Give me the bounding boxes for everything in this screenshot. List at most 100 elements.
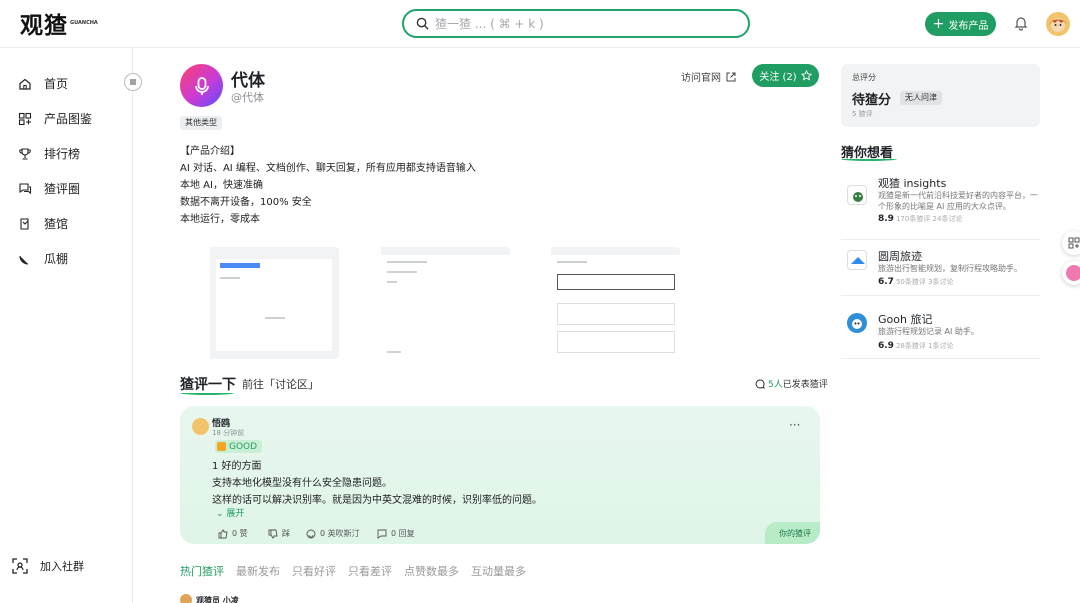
apps-icon xyxy=(1068,237,1080,249)
review-time: 18 分钟前 xyxy=(212,429,245,437)
recommend-score-value: 6.7 xyxy=(878,277,894,287)
user-avatar[interactable] xyxy=(1046,12,1070,36)
site-logo[interactable]: 观猹 GUANCHA xyxy=(20,9,98,39)
gooh-logo xyxy=(847,313,867,333)
review-count-number: 5人 xyxy=(768,380,783,390)
sidebar-item-review-circle[interactable]: 猹评圈 xyxy=(18,180,80,197)
review-filter-tabs: 热门猹评 最新发布 只看好评 只看差评 点赞数最多 互动量最多 xyxy=(180,563,526,579)
reply-button[interactable]: 0 回复 xyxy=(377,528,415,539)
logo-subtext: GUANCHA xyxy=(70,20,98,26)
sidebar-item-catalog[interactable]: 产品图鉴 xyxy=(18,110,92,127)
recommend-stats: 170条猹评 24条讨论 xyxy=(895,215,963,223)
home-icon xyxy=(18,77,32,91)
product-category-tag[interactable]: 其他类型 xyxy=(180,116,222,130)
total-score-card: 总评分 待猹分 无人问津 5 猹评 xyxy=(841,64,1040,127)
microphone-icon xyxy=(194,76,209,95)
product-screenshot-2[interactable] xyxy=(351,247,510,359)
publish-label: 发布产品 xyxy=(948,20,989,32)
tab-hot-reviews[interactable]: 热门猹评 xyxy=(180,563,224,579)
goto-discussion-link[interactable]: 前往「讨论区」 xyxy=(242,376,319,392)
recommend-score: 8.9 170条猹评 24条讨论 xyxy=(878,214,962,224)
product-intro: 【产品介绍】 AI 对话、AI 编程、文档创作、聊天回复，所有应用都支持语音输入… xyxy=(180,143,620,228)
guancha-insights-logo xyxy=(847,185,867,205)
reply-icon xyxy=(377,529,387,539)
collapse-sidebar-button[interactable] xyxy=(124,73,142,91)
dislike-button[interactable]: 踩 xyxy=(268,528,290,539)
publish-product-button[interactable]: + 发布产品 xyxy=(925,12,996,36)
review-count: 5人 已发表猹评 xyxy=(755,377,828,390)
like-count: 0 赞 xyxy=(232,529,248,538)
tab-bad-only[interactable]: 只看差评 xyxy=(348,563,392,579)
interesting-count: 0 英吹斯汀 xyxy=(320,529,360,538)
rating-badge: GOOD xyxy=(215,440,263,453)
search-box[interactable] xyxy=(402,9,750,38)
external-link-icon xyxy=(726,72,736,81)
sidebar-item-ranking[interactable]: 排行榜 xyxy=(18,145,80,162)
grid-icon xyxy=(18,112,32,126)
like-button[interactable]: 0 赞 xyxy=(218,528,248,539)
melon-icon xyxy=(18,252,32,266)
recommend-item[interactable]: Gooh 旅记 旅游行程规划记录 AI 助手。 6.9 28条猹评 1条讨论 xyxy=(841,311,1040,359)
expand-button[interactable]: ⌄ 展开 xyxy=(216,506,244,519)
recommend-score: 6.9 28条猹评 1条讨论 xyxy=(878,341,954,351)
sidebar-item-home[interactable]: 首页 xyxy=(18,75,68,92)
score-label: 总评分 xyxy=(852,73,876,82)
yuanzhou-logo xyxy=(847,250,867,270)
intro-line: AI 对话、AI 编程、文档创作、聊天回复，所有应用都支持语音输入 xyxy=(180,163,476,174)
join-community-button[interactable]: 加入社群 xyxy=(12,558,84,574)
recommend-name: Gooh 旅记 xyxy=(878,313,933,326)
sidebar-item-label: 排行榜 xyxy=(44,147,81,161)
recommend-name: 观猹 insights xyxy=(878,177,947,190)
sidebar-item-label: 猹馆 xyxy=(44,217,69,231)
visit-website-label: 访问官网 xyxy=(681,73,721,84)
more-options-icon[interactable]: ··· xyxy=(789,418,800,432)
tab-latest[interactable]: 最新发布 xyxy=(236,563,280,579)
score-review-count: 5 猹评 xyxy=(852,110,873,118)
follow-label: 关注 (2) xyxy=(759,72,797,83)
bell-icon[interactable] xyxy=(1013,15,1029,31)
book-icon xyxy=(18,217,32,231)
product-screenshot-3[interactable] xyxy=(521,247,680,359)
expand-label: 展开 xyxy=(226,509,245,519)
recommend-item[interactable]: 观猹 insights 观猹是新一代前沿科技爱好者的内容平台，一个形象的比喻是 … xyxy=(841,175,1040,240)
review-text-line: 1 好的方面 xyxy=(212,461,262,472)
visit-website-link[interactable]: 访问官网 xyxy=(681,69,736,84)
intro-line: 数据不离开设备，100% 安全 xyxy=(180,197,312,208)
chat-icon xyxy=(18,182,32,196)
next-review-author[interactable]: 观猹员 小凌 xyxy=(180,594,239,603)
recommend-score-value: 6.9 xyxy=(878,341,894,351)
thumbs-up-emoji-icon xyxy=(217,442,226,451)
intro-line: 本地运行，零成本 xyxy=(180,214,260,225)
interesting-button[interactable]: 0 英吹斯汀 xyxy=(306,528,360,539)
recommend-stats: 28条猹评 1条讨论 xyxy=(895,342,954,350)
tab-most-interactions[interactable]: 互动量最多 xyxy=(471,563,526,579)
recommend-item[interactable]: 圆周旅迹 旅游出行智能规划，复制行程攻略助手。 6.7 50条猹评 3条讨论 xyxy=(841,248,1040,296)
reply-count: 0 回复 xyxy=(391,529,415,538)
recommend-desc: 观猹是新一代前沿科技爱好者的内容平台，一个形象的比喻是 AI 应用的大众点评。 xyxy=(878,191,1038,211)
intro-line: 本地 AI，快速准确 xyxy=(180,180,263,191)
menu-icon xyxy=(130,79,136,85)
thumbs-up-icon xyxy=(218,529,228,538)
tab-most-likes[interactable]: 点赞数最多 xyxy=(404,563,459,579)
tab-good-only[interactable]: 只看好评 xyxy=(292,563,336,579)
sidebar-item-library[interactable]: 猹馆 xyxy=(18,215,68,232)
review-section-title: 猹评一下 xyxy=(180,374,236,395)
dislike-label: 踩 xyxy=(282,529,290,538)
your-review-badge: 你的猹评 xyxy=(765,522,820,544)
logo-text: 观猹 xyxy=(20,13,68,39)
join-community-label: 加入社群 xyxy=(40,560,84,573)
follow-button[interactable]: 关注 (2) xyxy=(752,64,819,87)
product-name: 代体 xyxy=(231,71,265,91)
product-screenshot-1[interactable] xyxy=(180,247,339,359)
search-input[interactable] xyxy=(435,16,715,31)
smile-icon xyxy=(306,529,316,538)
reviewer-avatar[interactable] xyxy=(192,418,209,435)
sidebar xyxy=(0,48,133,603)
thumbs-down-icon xyxy=(268,529,278,538)
review-text-line: 这样的话可以解决识别率。就是因为中英文混难的时候，识别率低的问题。 xyxy=(212,495,542,506)
search-icon xyxy=(416,17,429,30)
score-badge: 无人问津 xyxy=(900,91,942,105)
translate-float-button[interactable] xyxy=(1062,261,1080,285)
sidebar-item-melon[interactable]: 瓜棚 xyxy=(18,250,68,267)
apps-float-button[interactable] xyxy=(1062,231,1080,255)
